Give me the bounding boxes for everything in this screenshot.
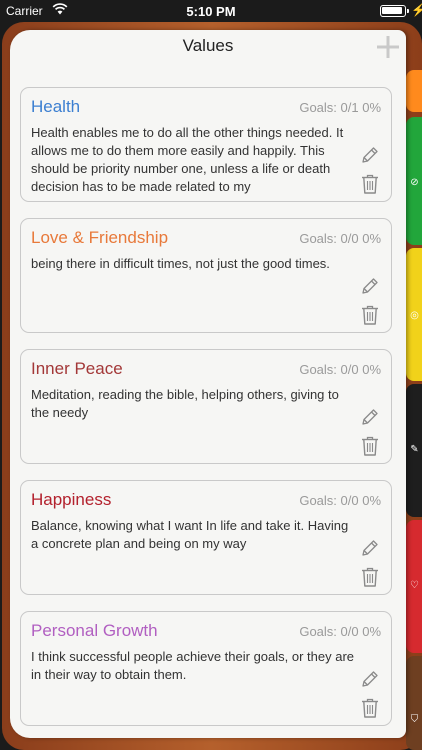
edit-pencil-icon[interactable] <box>360 407 380 427</box>
section-tab-5[interactable]: ♡ <box>406 520 422 653</box>
section-tab-6[interactable]: ⛉ <box>406 656 422 750</box>
goals-progress: Goals: 0/0 0% <box>299 493 381 508</box>
value-title: Inner Peace <box>31 359 123 378</box>
section-tab-4[interactable]: ✎ <box>406 384 422 517</box>
trash-icon[interactable] <box>360 435 380 457</box>
feather-icon: ✎ <box>410 444 419 455</box>
edit-pencil-icon[interactable] <box>360 538 380 558</box>
value-card[interactable]: Personal Growth Goals: 0/0 0% I think su… <box>20 611 392 726</box>
plus-icon <box>377 36 399 58</box>
heart-icon: ♡ <box>410 580 419 591</box>
value-description: Health enables me to do all the other th… <box>31 125 344 194</box>
value-title: Love & Friendship <box>31 228 169 247</box>
edit-pencil-icon[interactable] <box>360 276 380 296</box>
values-page: Values Health Goals: 0/1 0% Health enabl… <box>10 30 406 738</box>
value-description: I think successful people achieve their … <box>31 649 355 682</box>
value-card[interactable]: Health Goals: 0/1 0% Health enables me t… <box>20 87 392 202</box>
section-tab-1[interactable] <box>406 70 422 112</box>
trash-icon[interactable] <box>360 304 380 326</box>
value-description: Balance, knowing what I want In life and… <box>31 518 349 551</box>
values-list: Health Goals: 0/1 0% Health enables me t… <box>20 87 402 738</box>
trash-icon[interactable] <box>360 697 380 719</box>
status-bar: Carrier 5:10 PM ⚡ <box>0 0 422 22</box>
goals-progress: Goals: 0/0 0% <box>299 624 381 639</box>
value-title: Happiness <box>31 490 112 509</box>
shield-icon: ⛉ <box>410 714 419 725</box>
compass-icon: ⊘ <box>410 177 419 188</box>
section-tab-2[interactable]: ⊘ <box>406 117 422 245</box>
value-description: being there in difficult times, not just… <box>31 256 330 271</box>
page-title: Values <box>182 36 234 55</box>
edit-pencil-icon[interactable] <box>360 145 380 165</box>
trash-icon[interactable] <box>360 566 380 588</box>
value-title: Personal Growth <box>31 621 158 640</box>
goals-progress: Goals: 0/0 0% <box>299 231 381 246</box>
value-card[interactable]: Inner Peace Goals: 0/0 0% Meditation, re… <box>20 349 392 464</box>
section-tabs: ⊘ ◎ ✎ ♡ ⛉ <box>406 22 422 750</box>
target-icon: ◎ <box>410 310 419 321</box>
value-description: Meditation, reading the bible, helping o… <box>31 387 339 420</box>
status-time: 5:10 PM <box>186 4 236 19</box>
trash-icon[interactable] <box>360 173 380 195</box>
section-tab-3[interactable]: ◎ <box>406 248 422 381</box>
battery-icon <box>380 5 409 17</box>
goals-progress: Goals: 0/0 0% <box>299 362 381 377</box>
value-card[interactable]: Love & Friendship Goals: 0/0 0% being th… <box>20 218 392 333</box>
goals-progress: Goals: 0/1 0% <box>299 100 381 115</box>
edit-pencil-icon[interactable] <box>360 669 380 689</box>
value-title: Health <box>31 97 81 116</box>
add-value-button[interactable] <box>375 34 401 60</box>
value-card[interactable]: Happiness Goals: 0/0 0% Balance, knowing… <box>20 480 392 595</box>
charging-bolt-icon: ⚡ <box>411 3 422 17</box>
